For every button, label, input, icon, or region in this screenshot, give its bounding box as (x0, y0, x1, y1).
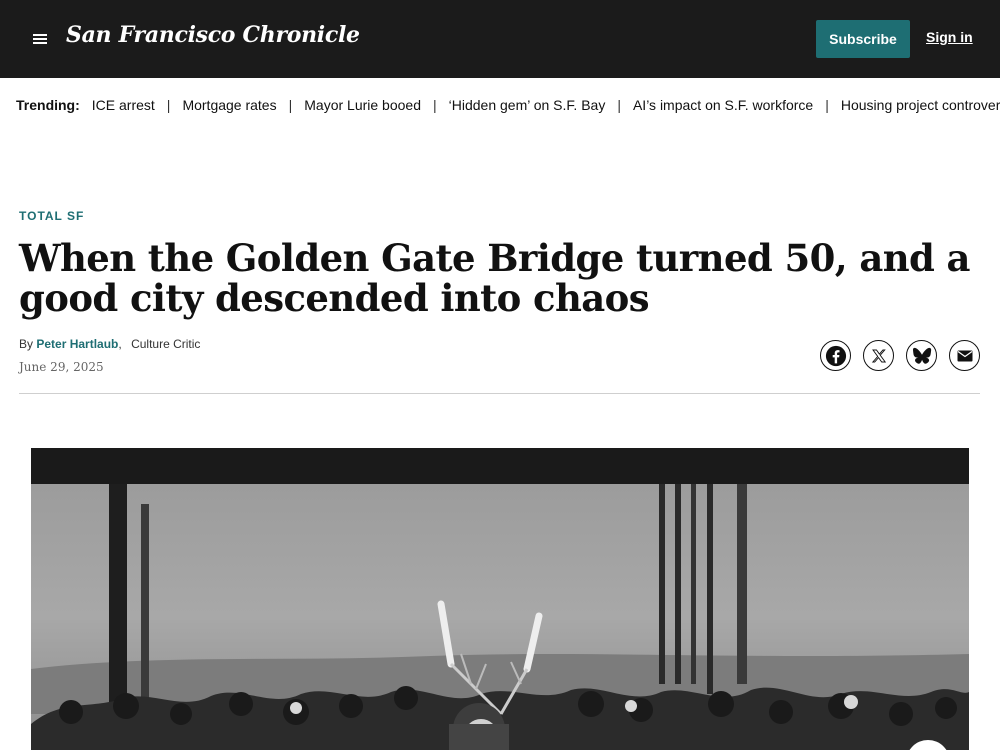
hamburger-menu-icon[interactable] (30, 31, 50, 47)
trending-bar: Trending: ICE arrest | Mortgage rates | … (16, 96, 1000, 114)
article-headline: When the Golden Gate Bridge turned 50, a… (19, 236, 971, 320)
author-suffix: , (118, 337, 122, 351)
bluesky-icon (912, 347, 931, 364)
trending-item-ice-arrest[interactable]: ICE arrest (92, 97, 155, 113)
trending-item-mayor-lurie[interactable]: Mayor Lurie booed (304, 97, 421, 113)
author-role: Culture Critic (131, 337, 201, 351)
site-logo[interactable]: San Francisco Chronicle (66, 22, 360, 48)
trending-item-hidden-gem[interactable]: ‘Hidden gem’ on S.F. Bay (449, 97, 606, 113)
trending-separator: | (825, 97, 829, 113)
lead-photo[interactable] (31, 484, 969, 750)
x-icon (871, 349, 886, 362)
section-kicker[interactable]: TOTAL SF (19, 209, 84, 223)
facebook-icon (825, 345, 846, 366)
trending-separator: | (288, 97, 293, 113)
byline-prefix: By (19, 337, 34, 351)
trending-item-mortgage-rates[interactable]: Mortgage rates (182, 97, 276, 113)
lead-photo-image (31, 484, 969, 750)
header-divider (19, 393, 980, 394)
share-email-button[interactable] (949, 340, 980, 371)
share-bluesky-button[interactable] (906, 340, 937, 371)
byline: By Peter Hartlaub, Culture Critic (19, 337, 200, 351)
email-icon (957, 350, 972, 361)
trending-separator: | (433, 97, 437, 113)
subscribe-button[interactable]: Subscribe (816, 20, 910, 58)
trending-item-housing-project[interactable]: Housing project controversy (841, 97, 1000, 113)
author-link[interactable]: Peter Hartlaub (36, 337, 118, 351)
trending-separator: | (166, 97, 171, 113)
share-facebook-button[interactable] (820, 340, 851, 371)
share-x-button[interactable] (863, 340, 894, 371)
sign-in-link[interactable]: Sign in (926, 29, 973, 45)
trending-separator: | (617, 97, 621, 113)
trending-item-ai-impact[interactable]: AI’s impact on S.F. workforce (633, 97, 813, 113)
photo-top-band (31, 448, 969, 484)
top-navigation-bar: San Francisco Chronicle Subscribe Sign i… (0, 0, 1000, 78)
publish-date: June 29, 2025 (19, 360, 104, 374)
trending-label: Trending: (16, 97, 80, 113)
